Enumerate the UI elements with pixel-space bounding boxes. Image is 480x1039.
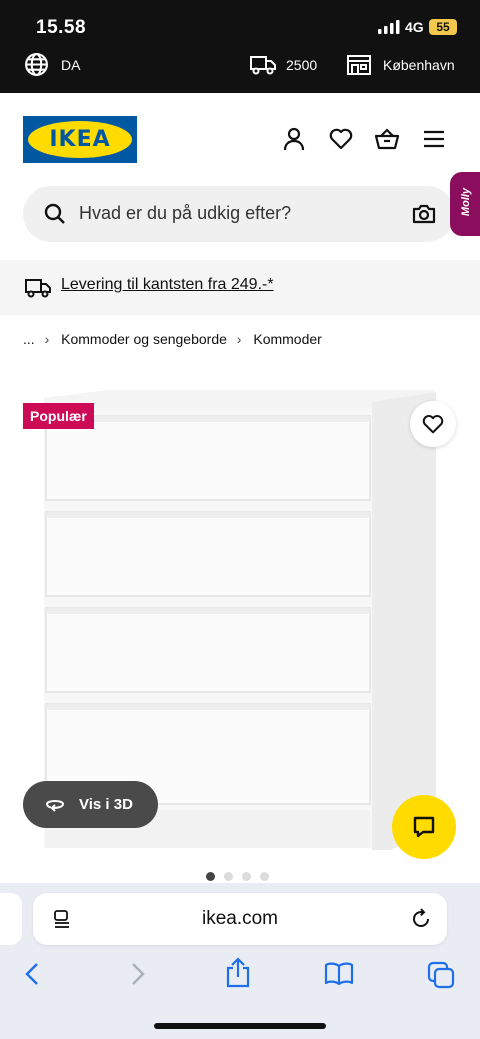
breadcrumb-item[interactable]: ... bbox=[23, 331, 35, 347]
search-icon bbox=[44, 203, 65, 224]
breadcrumb: ... › Kommoder og sengeborde › Kommoder bbox=[23, 331, 328, 347]
molly-assistant-tab[interactable]: Molly bbox=[450, 172, 480, 236]
language-selector[interactable]: DA bbox=[61, 57, 80, 73]
carousel-indicators[interactable] bbox=[206, 872, 276, 882]
ikea-logo[interactable]: IKEA bbox=[23, 116, 137, 163]
popular-badge: Populær bbox=[23, 403, 94, 429]
user-icon[interactable] bbox=[281, 126, 307, 152]
search-bar[interactable]: Hvad er du på udkig efter? bbox=[23, 186, 455, 242]
heart-icon bbox=[422, 415, 444, 434]
delivery-banner[interactable]: Levering til kantsten fra 249.-* bbox=[0, 260, 480, 315]
signal-icon bbox=[378, 20, 400, 34]
view-3d-button[interactable]: Vis i 3D bbox=[23, 781, 158, 828]
store-name[interactable]: København bbox=[383, 57, 455, 73]
chat-icon bbox=[413, 816, 435, 838]
delivery-link[interactable]: Levering til kantsten fra 249.-* bbox=[61, 276, 274, 294]
status-bar: 15.58 4G 55 DA 2500 København bbox=[0, 0, 480, 93]
product-gallery[interactable]: Populær Vis i 3D bbox=[0, 380, 480, 860]
chevron-right-icon: › bbox=[44, 331, 50, 347]
view-3d-label: Vis i 3D bbox=[79, 796, 133, 813]
breadcrumb-item[interactable]: Kommoder bbox=[253, 331, 321, 347]
carousel-dot[interactable] bbox=[242, 872, 251, 881]
forward-icon[interactable] bbox=[126, 961, 148, 987]
delivery-truck-icon bbox=[25, 279, 51, 298]
previous-tab-preview[interactable] bbox=[0, 893, 22, 945]
heart-icon[interactable] bbox=[328, 126, 354, 152]
postal-code[interactable]: 2500 bbox=[286, 57, 317, 73]
reload-icon[interactable] bbox=[410, 908, 432, 930]
carousel-dot[interactable] bbox=[224, 872, 233, 881]
browser-toolbar: ikea.com bbox=[0, 883, 480, 1039]
logo-text: IKEA bbox=[49, 127, 111, 152]
breadcrumb-item[interactable]: Kommoder og sengeborde bbox=[61, 331, 227, 347]
globe-icon[interactable] bbox=[24, 52, 49, 77]
molly-label: Molly bbox=[460, 187, 472, 217]
carousel-dot[interactable] bbox=[206, 872, 215, 881]
add-to-favorites-button[interactable] bbox=[410, 401, 456, 447]
store-icon[interactable] bbox=[346, 53, 372, 77]
bookmarks-icon[interactable] bbox=[324, 961, 354, 987]
search-input[interactable]: Hvad er du på udkig efter? bbox=[79, 203, 291, 224]
battery-indicator: 55 bbox=[429, 19, 457, 35]
chat-button[interactable] bbox=[392, 795, 456, 859]
network-type: 4G bbox=[405, 19, 424, 35]
rotate-3d-icon bbox=[46, 800, 65, 812]
locale-bar: DA 2500 København bbox=[0, 50, 480, 80]
status-time: 15.58 bbox=[36, 17, 87, 38]
menu-icon[interactable] bbox=[421, 126, 447, 152]
basket-icon[interactable] bbox=[374, 126, 400, 152]
share-icon[interactable] bbox=[224, 957, 252, 989]
chevron-right-icon: › bbox=[236, 331, 242, 347]
delivery-truck-icon[interactable] bbox=[249, 54, 277, 76]
site-header: IKEA Hvad er du på udkig efter? bbox=[0, 93, 480, 263]
carousel-dot[interactable] bbox=[260, 872, 269, 881]
home-indicator bbox=[154, 1023, 326, 1029]
back-icon[interactable] bbox=[22, 961, 44, 987]
url-text[interactable]: ikea.com bbox=[33, 908, 447, 930]
address-bar[interactable]: ikea.com bbox=[33, 893, 447, 945]
tabs-icon[interactable] bbox=[427, 961, 455, 989]
camera-search-icon[interactable] bbox=[412, 203, 436, 225]
